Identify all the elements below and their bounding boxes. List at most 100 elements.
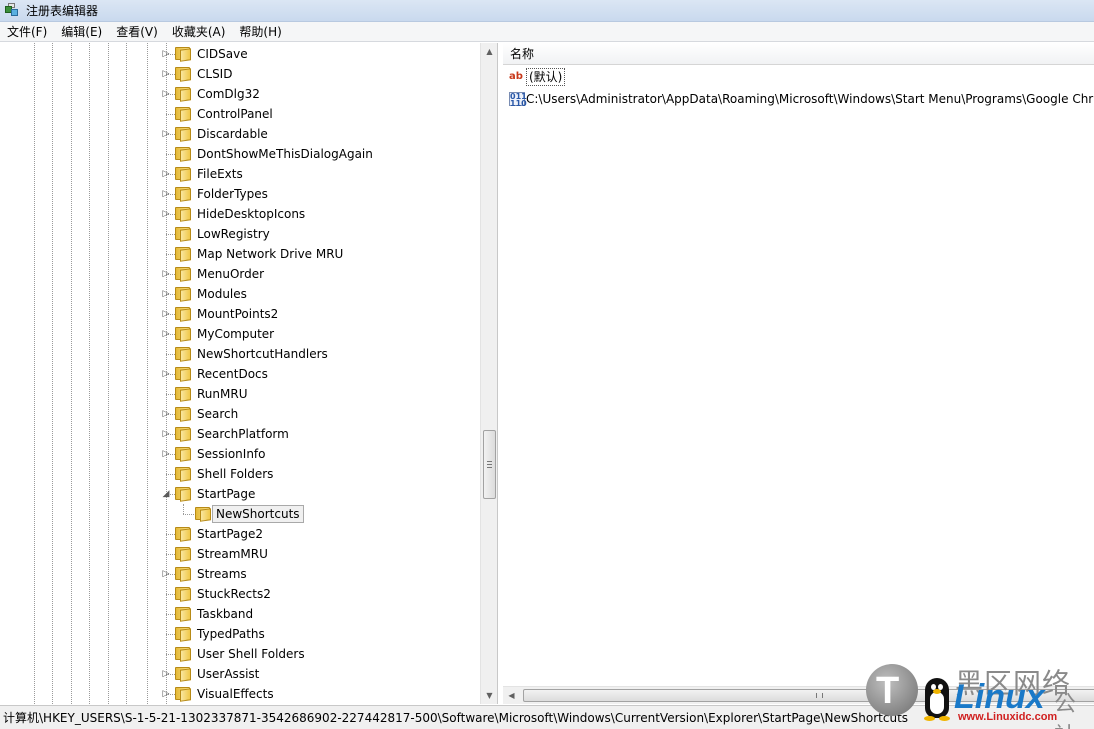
tree-item-label: SearchPlatform [197, 427, 289, 441]
tree-item[interactable]: ▷ CIDSave [0, 44, 480, 64]
expand-arrow-icon[interactable]: ▷ [161, 49, 171, 59]
tree-item[interactable]: LowRegistry [0, 224, 480, 244]
tree-item[interactable]: StuckRects2 [0, 584, 480, 604]
tree-item[interactable]: ▷ UserAssist [0, 664, 480, 684]
tree-item[interactable]: TypedPaths [0, 624, 480, 644]
expand-arrow-icon[interactable]: ▷ [161, 329, 171, 339]
status-path: 计算机\HKEY_USERS\S-1-5-21-1302337871-35426… [3, 711, 909, 725]
folder-icon [175, 466, 192, 482]
collapse-arrow-icon[interactable]: ◢ [161, 489, 171, 499]
tree-item-label: Shell Folders [197, 467, 274, 481]
tree-item[interactable]: ▷ FolderTypes [0, 184, 480, 204]
tree-item[interactable]: Map Network Drive MRU [0, 244, 480, 264]
tree-item-child[interactable]: NewShortcuts [0, 504, 480, 524]
folder-icon [175, 386, 192, 402]
expand-arrow-icon[interactable]: ▷ [161, 69, 171, 79]
expand-arrow-icon[interactable]: ▷ [161, 169, 171, 179]
tree-item-label: VisualEffects [197, 687, 274, 701]
folder-icon [175, 566, 192, 582]
expand-arrow-icon[interactable]: ▷ [161, 129, 171, 139]
watermark-logo-icon: T [862, 662, 918, 722]
registry-tree[interactable]: ▷ CIDSave ▷ CLSID ▷ ComDlg32 ControlPanel ▷ Disc… [0, 43, 498, 704]
tree-item-label: TypedPaths [197, 627, 265, 641]
tree-vertical-scrollbar[interactable]: ▲ ▼ [480, 43, 497, 704]
tree-item-label: UserAssist [197, 667, 260, 681]
tree-item[interactable]: ▷ CLSID [0, 64, 480, 84]
tree-item[interactable]: ▷ VisualEffects [0, 684, 480, 704]
expand-arrow-icon[interactable]: ▷ [161, 429, 171, 439]
tree-item[interactable]: User Shell Folders [0, 644, 480, 664]
values-list[interactable]: 名称 ab (默认) 011 110 C:\Users\Administrator\A… [503, 43, 1094, 686]
tree-item[interactable]: ◢ StartPage [0, 484, 480, 504]
tree-item[interactable]: ▷ Search [0, 404, 480, 424]
tree-item[interactable]: ▷ SessionInfo [0, 444, 480, 464]
value-row[interactable]: ab (默认) [503, 67, 1094, 87]
title-bar: 注册表编辑器 [0, 0, 1094, 22]
expand-arrow-icon[interactable]: ▷ [161, 669, 171, 679]
expand-arrow-icon[interactable]: ▷ [161, 309, 171, 319]
tree-item[interactable]: ControlPanel [0, 104, 480, 124]
expand-arrow-icon[interactable]: ▷ [161, 209, 171, 219]
menu-favorites[interactable]: 收藏夹(A) [165, 23, 233, 41]
tree-item[interactable]: ▷ RecentDocs [0, 364, 480, 384]
tree-item-label: Taskband [197, 607, 254, 621]
expand-arrow-icon[interactable]: ▷ [161, 569, 171, 579]
tree-item-label: HideDesktopIcons [197, 207, 306, 221]
expand-arrow-icon[interactable]: ▷ [161, 409, 171, 419]
scrollbar-thumb[interactable] [483, 430, 496, 499]
folder-icon [175, 206, 192, 222]
tree-item[interactable]: NewShortcutHandlers [0, 344, 480, 364]
tree-item-label: User Shell Folders [197, 647, 305, 661]
expand-arrow-icon[interactable]: ▷ [161, 369, 171, 379]
expand-arrow-icon[interactable]: ▷ [161, 289, 171, 299]
folder-icon [175, 426, 192, 442]
column-header-name[interactable]: 名称 [503, 43, 1094, 65]
tree-item[interactable]: DontShowMeThisDialogAgain [0, 144, 480, 164]
menu-bar: 文件(F) 编辑(E) 查看(V) 收藏夹(A) 帮助(H) [0, 22, 1094, 42]
tree-item[interactable]: ▷ Streams [0, 564, 480, 584]
tree-item[interactable]: ▷ SearchPlatform [0, 424, 480, 444]
expand-arrow-icon[interactable]: ▷ [161, 89, 171, 99]
tree-item[interactable]: ▷ Modules [0, 284, 480, 304]
tree-item-label: StuckRects2 [197, 587, 271, 601]
tree-item[interactable]: ▷ Discardable [0, 124, 480, 144]
tree-item[interactable]: Shell Folders [0, 464, 480, 484]
folder-icon [175, 306, 192, 322]
menu-file[interactable]: 文件(F) [0, 23, 54, 41]
expand-arrow-icon[interactable]: ▷ [161, 689, 171, 699]
tree-item[interactable]: StartPage2 [0, 524, 480, 544]
tree-item-label: FolderTypes [197, 187, 268, 201]
tree-item-label: StartPage [197, 487, 256, 501]
tree-item-label: NewShortcutHandlers [197, 347, 328, 361]
menu-help[interactable]: 帮助(H) [232, 23, 288, 41]
expand-arrow-icon[interactable]: ▷ [161, 449, 171, 459]
value-name: C:\Users\Administrator\AppData\Roaming\M… [526, 92, 1094, 106]
scroll-up-icon[interactable]: ▲ [481, 43, 498, 60]
menu-edit[interactable]: 编辑(E) [54, 23, 109, 41]
folder-icon [175, 246, 192, 262]
tree-item[interactable]: ▷ MenuOrder [0, 264, 480, 284]
tree-item[interactable]: ▷ HideDesktopIcons [0, 204, 480, 224]
menu-view[interactable]: 查看(V) [109, 23, 165, 41]
folder-icon [175, 686, 192, 702]
folder-icon [175, 606, 192, 622]
tree-item-label: StreamMRU [197, 547, 268, 561]
scroll-down-icon[interactable]: ▼ [481, 687, 498, 704]
folder-icon [175, 146, 192, 162]
value-row[interactable]: 011 110 C:\Users\Administrator\AppData\Ro… [503, 89, 1094, 109]
scroll-left-icon[interactable]: ◀ [503, 687, 520, 704]
folder-icon [175, 66, 192, 82]
tree-item[interactable]: ▷ ComDlg32 [0, 84, 480, 104]
tree-item[interactable]: Taskband [0, 604, 480, 624]
expand-arrow-icon[interactable]: ▷ [161, 189, 171, 199]
tree-item[interactable]: StreamMRU [0, 544, 480, 564]
tree-item[interactable]: RunMRU [0, 384, 480, 404]
tree-item[interactable]: ▷ MyComputer [0, 324, 480, 344]
tree-item[interactable]: ▷ FileExts [0, 164, 480, 184]
folder-icon [175, 446, 192, 462]
watermark-logo-letter: T [876, 670, 900, 712]
folder-icon [175, 646, 192, 662]
folder-icon [175, 666, 192, 682]
expand-arrow-icon[interactable]: ▷ [161, 269, 171, 279]
tree-item[interactable]: ▷ MountPoints2 [0, 304, 480, 324]
